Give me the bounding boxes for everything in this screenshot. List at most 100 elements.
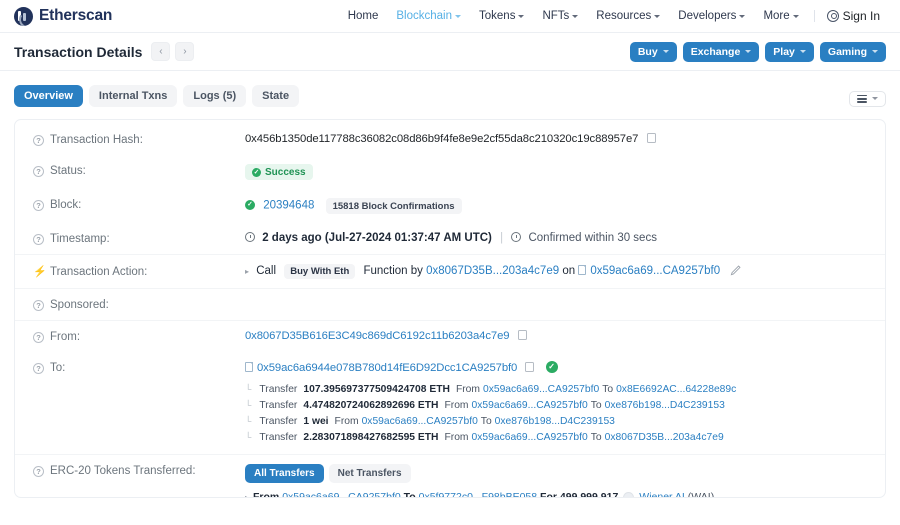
exchange-button[interactable]: Exchange [682,41,760,62]
buy-button[interactable]: Buy [629,41,677,62]
to-word: To [602,383,614,395]
for-word: For [540,491,557,498]
to-word: To [480,415,492,427]
previous-transaction-button[interactable]: ‹ [151,42,171,61]
transfer-to-link[interactable]: 0xe876b198...D4C239153 [605,400,725,411]
view-options [849,85,886,107]
chevron-down-icon [792,14,799,18]
value-from: 0x8067D35B616E3C49c869dC6192c11b6203a4c7… [245,328,867,342]
nav-item-resources[interactable]: Resources [587,6,669,26]
nav-item-more[interactable]: More [754,6,807,26]
nav-item-label: Resources [596,10,652,22]
nav-item-label: Developers [678,10,737,22]
nav-item-blockchain[interactable]: Blockchain [387,6,470,26]
chevron-down-icon [518,14,525,18]
from-word: From [253,491,280,498]
nav-links: Home Blockchain Tokens NFTs Resources De… [339,5,886,27]
etherscan-logo[interactable]: Etherscan [14,6,112,26]
transfer-to-link[interactable]: 0xe876b198...D4C239153 [495,416,615,427]
value-to: 0x59ac6a6944e078B780d14fE6D92Dcc1CA9257b… [245,360,867,445]
page-header: Transaction Details ‹ › Buy Exchange Pla… [0,33,900,71]
erc20-to-link[interactable]: 0x5f9772c0...F98bBE058 [419,491,538,497]
transaction-hash-value: 0x456b1350de117788c36082c08d86b9f4fe8e9e… [245,133,639,145]
play-button[interactable]: Play [765,41,814,62]
row-to: ? To: 0x59ac6a6944e078B780d14fE6D92Dcc1C… [15,352,885,455]
nav-item-label: More [763,10,790,22]
transfer-from-link[interactable]: 0x59ac6a69...CA9257bf0 [362,416,478,427]
toggle-all-transfers[interactable]: All Transfers [245,464,324,483]
erc20-token-link[interactable]: Wiener AI [639,491,685,497]
transfer-word: Transfer [259,431,298,443]
to-address-link[interactable]: 0x59ac6a6944e078B780d14fE6D92Dcc1CA9257b… [257,362,517,374]
transfer-amount: 4.474820724062892696 ETH [303,399,439,411]
copy-icon[interactable] [645,131,657,144]
help-icon[interactable]: ? [33,199,44,211]
label-text: Transaction Action: [50,265,148,278]
transaction-details-card: ? Transaction Hash: 0x456b1350de117788c3… [14,119,886,498]
timestamp-relative: 2 days ago (Jul-27-2024 01:37:47 AM UTC) [262,232,492,244]
transfer-line: └ Transfer 2.283071898427682595 ETH From… [245,429,867,445]
transfer-from-link[interactable]: 0x59ac6a69...CA9257bf0 [472,432,588,443]
help-icon[interactable]: ? [33,465,44,477]
value-transaction-hash: 0x456b1350de117788c36082c08d86b9f4fe8e9e… [245,131,867,145]
label-text: From: [50,331,81,343]
transfer-line: └ Transfer 1 wei From 0x59ac6a69...CA925… [245,413,867,429]
block-number-link[interactable]: 20394648 [263,200,314,212]
help-icon[interactable]: ? [33,362,44,374]
nav-item-developers[interactable]: Developers [669,6,754,26]
view-mode-button[interactable] [849,90,886,107]
nav-item-tokens[interactable]: Tokens [470,6,533,26]
label-text: To: [50,362,66,374]
label-text: Sponsored: [50,299,109,311]
action-from-address-link[interactable]: 0x8067D35B...203a4c7e9 [426,265,559,277]
tab-state[interactable]: State [252,85,300,107]
copy-icon[interactable] [523,360,535,373]
block-confirmations-badge: 15818 Block Confirmations [325,198,462,214]
sign-in-button[interactable]: Sign In [821,5,886,27]
chevron-right-icon: ▸ [245,492,250,498]
label-timestamp: ? Timestamp: [33,232,245,245]
tab-internal-txns[interactable]: Internal Txns [88,85,178,107]
stopwatch-icon [511,232,522,242]
help-icon[interactable]: ? [33,165,44,177]
nav-item-nfts[interactable]: NFTs [533,6,587,26]
check-circle-icon: ✓ [252,167,261,177]
row-transaction-action: ⚡ Transaction Action: ▸ Call Buy With Et… [15,255,885,289]
transfer-word: Transfer [259,415,298,427]
gaming-button[interactable]: Gaming [819,41,886,62]
play-label: Play [773,45,795,58]
row-transaction-hash: ? Transaction Hash: 0x456b1350de117788c3… [15,124,885,155]
edit-icon[interactable] [730,265,741,276]
sign-in-label: Sign In [842,9,880,23]
toggle-net-transfers[interactable]: Net Transfers [328,464,411,483]
page-title: Transaction Details [14,43,143,60]
internal-transfer-list: └ Transfer 107.395697377509424708 ETH Fr… [245,381,867,445]
label-block: ? Block: [33,198,245,211]
transfer-to-link[interactable]: 0x8067D35B...203a4c7e9 [605,432,724,443]
erc20-from-link[interactable]: 0x59ac6a69...CA9257bf0 [282,491,401,497]
from-word: From [444,431,469,443]
action-call-word: Call [256,265,277,277]
transfer-from-link[interactable]: 0x59ac6a69...CA9257bf0 [483,384,599,395]
transfer-from-link[interactable]: 0x59ac6a69...CA9257bf0 [472,400,588,411]
clock-icon [245,232,255,242]
help-icon[interactable]: ? [33,299,44,311]
nav-divider [813,10,815,22]
tab-logs[interactable]: Logs (5) [183,85,247,107]
value-timestamp: 2 days ago (Jul-27-2024 01:37:47 AM UTC)… [245,232,867,244]
help-icon[interactable]: ? [33,134,44,146]
transfer-to-link[interactable]: 0x8E6692AC...64228e89c [616,384,736,395]
help-icon[interactable]: ? [33,233,44,245]
next-transaction-button[interactable]: › [175,42,195,61]
from-address-link[interactable]: 0x8067D35B616E3C49c869dC6192c11b6203a4c7… [245,330,510,342]
tab-overview[interactable]: Overview [14,85,83,107]
to-address-line: 0x59ac6a6944e078B780d14fE6D92Dcc1CA9257b… [245,360,867,374]
action-contract-link[interactable]: 0x59ac6a69...CA9257bf0 [590,265,720,277]
copy-icon[interactable] [516,328,528,341]
help-icon[interactable]: ? [33,331,44,343]
nav-item-home[interactable]: Home [339,6,388,26]
nav-item-label: NFTs [542,10,570,22]
status-badge: ✓ Success [245,164,313,180]
to-word: To [590,399,602,411]
exchange-label: Exchange [690,45,741,58]
